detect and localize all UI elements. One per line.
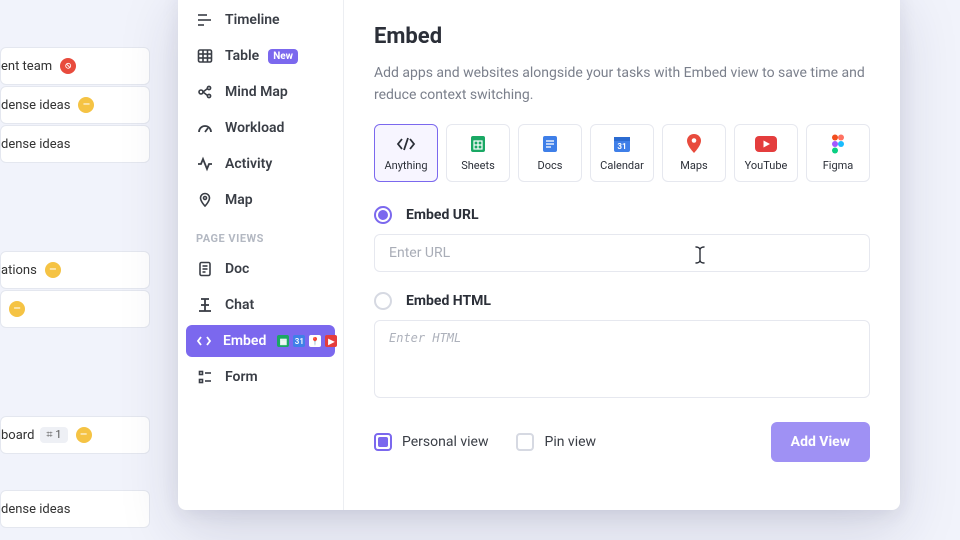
sidebar-item-label: Doc xyxy=(225,261,249,277)
app-card-label: Anything xyxy=(384,159,427,172)
figma-icon xyxy=(831,134,845,154)
activity-icon xyxy=(196,156,214,172)
personal-view-label: Personal view xyxy=(402,434,488,450)
app-card-label: Figma xyxy=(823,159,854,172)
app-card-sheets[interactable]: Sheets xyxy=(446,124,510,182)
youtube-icon xyxy=(755,134,777,154)
sidebar-item-label: Map xyxy=(225,192,253,208)
sidebar-item-label: Workload xyxy=(225,120,284,136)
sidebar-item-label: Form xyxy=(225,369,258,385)
panel-description: Add apps and websites alongside your tas… xyxy=(374,63,870,106)
doc-icon xyxy=(196,261,214,277)
embed-html-textarea[interactable] xyxy=(374,320,870,398)
anything-icon xyxy=(396,134,416,154)
chat-icon xyxy=(196,297,214,313)
add-view-button[interactable]: Add View xyxy=(771,422,870,462)
timeline-icon xyxy=(196,12,214,28)
embed-app-mini-icons: ▦ 31 📍 ▶ xyxy=(277,335,337,347)
embed-html-label: Embed HTML xyxy=(406,293,491,309)
add-view-modal: Timeline Table New Mind Map Workload xyxy=(178,0,900,510)
pin-view-checkbox[interactable] xyxy=(516,433,534,451)
background-list-item[interactable]: ations— xyxy=(0,251,150,289)
app-card-figma[interactable]: Figma xyxy=(806,124,870,182)
embed-icon xyxy=(196,333,212,349)
embed-url-radio[interactable] xyxy=(374,206,392,224)
maps-mini-icon: 📍 xyxy=(309,335,321,347)
mindmap-icon xyxy=(196,84,214,100)
docs-icon xyxy=(542,134,558,154)
app-card-label: Docs xyxy=(538,159,563,172)
sidebar-item-workload[interactable]: Workload xyxy=(186,112,335,144)
sidebar-item-embed[interactable]: Embed ▦ 31 📍 ▶ xyxy=(186,325,335,357)
sheets-mini-icon: ▦ xyxy=(277,335,289,347)
sidebar-item-activity[interactable]: Activity xyxy=(186,148,335,180)
app-card-label: Calendar xyxy=(600,159,644,172)
background-list-item[interactable]: dense ideas xyxy=(0,490,150,528)
calendar-icon: 31 xyxy=(613,134,631,154)
table-icon xyxy=(196,48,214,64)
section-label-page-views: PAGE VIEWS xyxy=(186,220,335,253)
sidebar-item-form[interactable]: Form xyxy=(186,361,335,393)
pin-view-label: Pin view xyxy=(544,434,596,450)
app-card-calendar[interactable]: 31 Calendar xyxy=(590,124,654,182)
view-type-sidebar: Timeline Table New Mind Map Workload xyxy=(178,0,344,510)
sidebar-item-label: Activity xyxy=(225,156,272,172)
app-card-docs[interactable]: Docs xyxy=(518,124,582,182)
calendar-mini-icon: 31 xyxy=(293,335,305,347)
new-badge: New xyxy=(268,49,298,64)
sidebar-item-table[interactable]: Table New xyxy=(186,40,335,72)
sidebar-item-map[interactable]: Map xyxy=(186,184,335,216)
sidebar-item-doc[interactable]: Doc xyxy=(186,253,335,285)
embed-config-panel: Embed Add apps and websites alongside yo… xyxy=(344,0,900,510)
embed-url-label: Embed URL xyxy=(406,207,479,223)
sidebar-item-label: Timeline xyxy=(225,12,280,28)
sidebar-item-label: Chat xyxy=(225,297,254,313)
sidebar-item-label: Embed xyxy=(223,333,266,349)
background-list-item[interactable]: — xyxy=(0,290,150,328)
app-card-maps[interactable]: Maps xyxy=(662,124,726,182)
background-list-item[interactable]: board⌗ 1— xyxy=(0,416,150,454)
background-list-item[interactable]: ent team⦸ xyxy=(0,47,150,85)
app-card-label: Maps xyxy=(680,159,707,172)
panel-title: Embed xyxy=(374,24,870,49)
form-icon xyxy=(196,369,214,385)
youtube-mini-icon: ▶ xyxy=(325,335,337,347)
svg-text:31: 31 xyxy=(617,142,626,151)
app-card-youtube[interactable]: YouTube xyxy=(734,124,798,182)
embed-html-radio[interactable] xyxy=(374,292,392,310)
embed-url-input[interactable] xyxy=(374,234,870,272)
background-list-item[interactable]: dense ideas— xyxy=(0,86,150,124)
personal-view-checkbox[interactable] xyxy=(374,433,392,451)
app-card-label: Sheets xyxy=(461,159,495,172)
app-card-anything[interactable]: Anything xyxy=(374,124,438,182)
sidebar-item-chat[interactable]: Chat xyxy=(186,289,335,321)
sheets-icon xyxy=(470,134,486,154)
background-list-item[interactable]: dense ideas xyxy=(0,125,150,163)
map-icon xyxy=(196,192,214,208)
sidebar-item-label: Mind Map xyxy=(225,84,288,100)
sidebar-item-timeline[interactable]: Timeline xyxy=(186,4,335,36)
sidebar-item-mindmap[interactable]: Mind Map xyxy=(186,76,335,108)
workload-icon xyxy=(196,120,214,136)
sidebar-item-label: Table xyxy=(225,48,259,64)
maps-icon xyxy=(686,134,702,154)
embed-app-selector: Anything Sheets Docs 31 Calendar xyxy=(374,124,870,182)
app-card-label: YouTube xyxy=(745,159,788,172)
